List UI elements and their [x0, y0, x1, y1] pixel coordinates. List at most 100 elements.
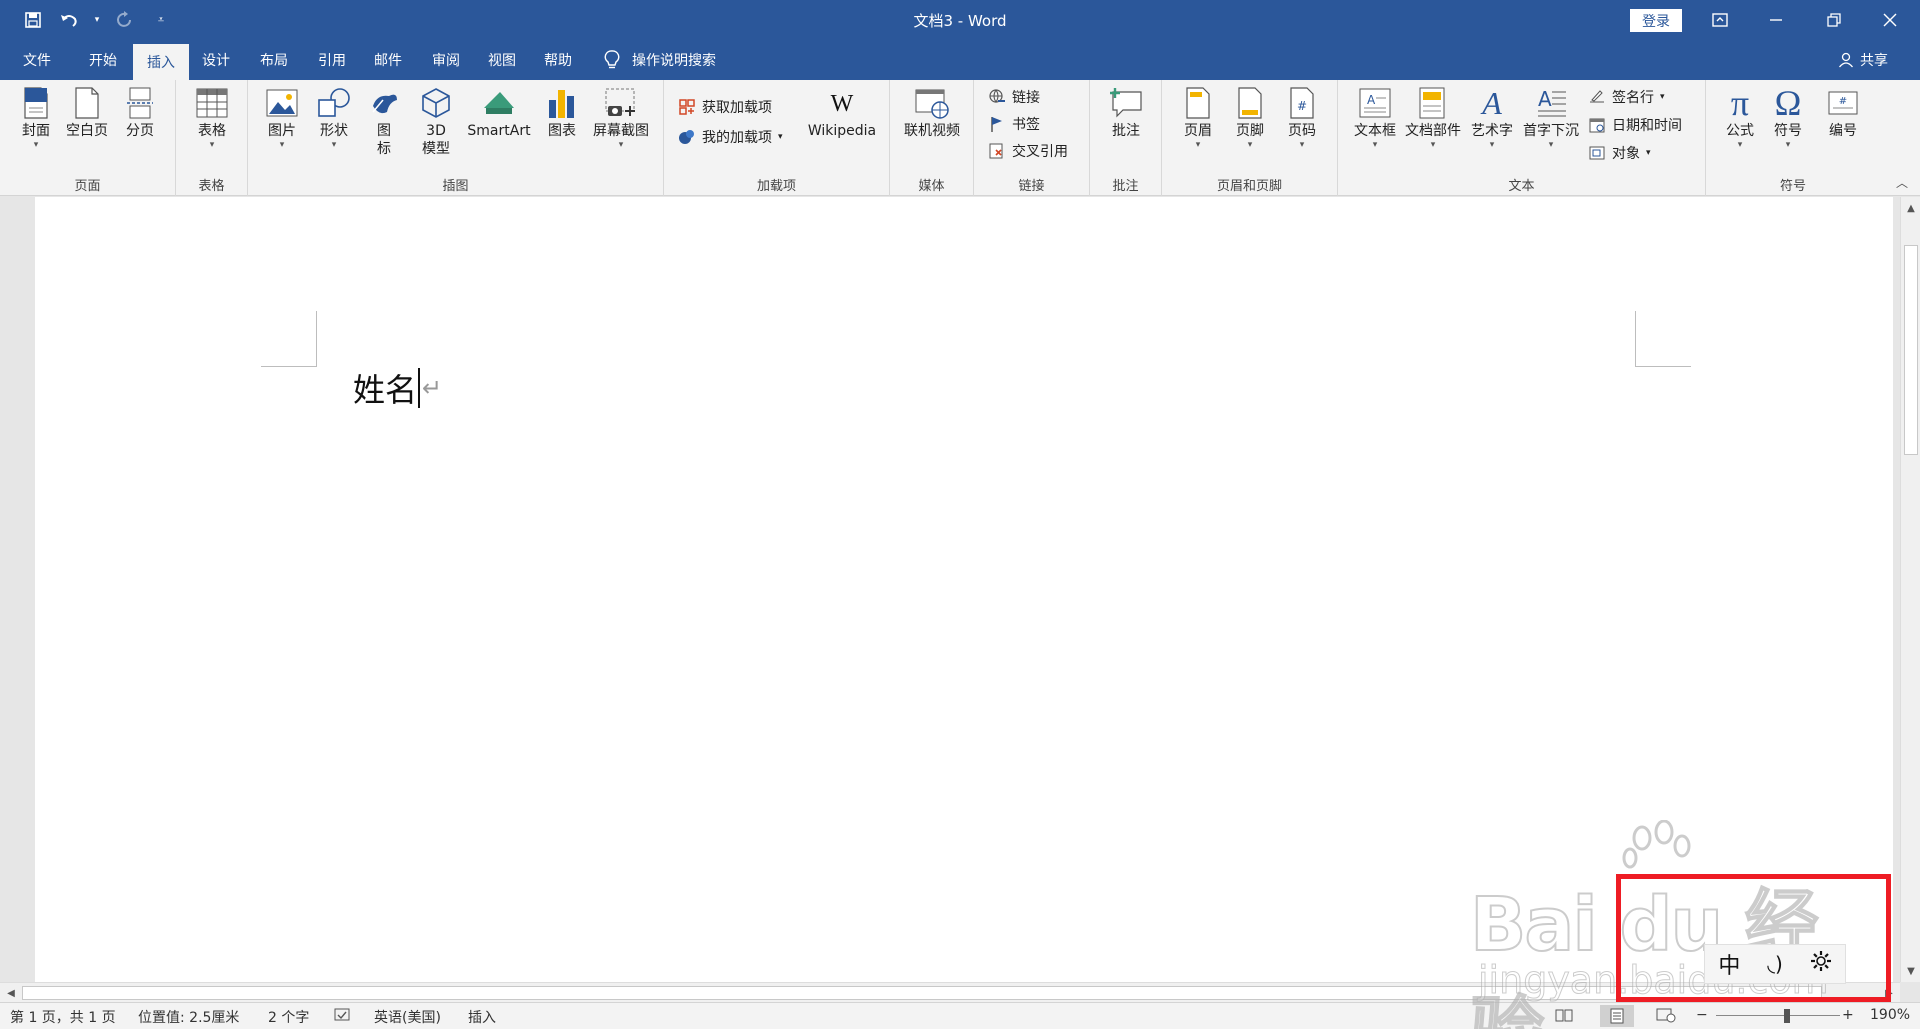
smartart-button[interactable]: SmartArt [464, 86, 534, 140]
link-button[interactable]: 链接 [988, 86, 1040, 108]
table-button[interactable]: 表格 ▾ [188, 86, 236, 150]
quick-parts-button[interactable]: 文档部件 ▾ [1402, 86, 1464, 150]
vertical-scrollbar[interactable]: ▲ ▼ [1900, 197, 1920, 982]
tab-layout[interactable]: 布局 [248, 40, 300, 80]
chevron-down-icon: ▾ [1430, 140, 1436, 150]
bookmark-button[interactable]: 书签 [988, 113, 1040, 135]
ribbon-tabs: 文件 开始 插入 设计 布局 引用 邮件 审阅 视图 帮助 操作说明搜索 共享 [0, 40, 1920, 80]
zoom-slider-thumb[interactable] [1784, 1009, 1790, 1023]
vertical-scroll-thumb[interactable] [1904, 245, 1918, 455]
equation-button[interactable]: π 公式 ▾ [1718, 86, 1762, 150]
document-body-text[interactable]: 姓名 ↵ [353, 365, 442, 411]
blank-page-label: 空白页 [66, 123, 108, 139]
wikipedia-button[interactable]: W Wikipedia [800, 86, 884, 140]
document-page[interactable]: 姓名 ↵ [35, 197, 1893, 982]
chevron-down-icon: ▾ [1660, 92, 1665, 102]
date-time-button[interactable]: 日期和时间 [1588, 114, 1682, 136]
print-layout-icon[interactable] [1600, 1005, 1634, 1027]
status-page[interactable]: 第 1 页，共 1 页 [10, 1007, 116, 1027]
textbox-button[interactable]: A 文本框 ▾ [1350, 86, 1400, 150]
scroll-left-icon[interactable]: ◀ [2, 984, 20, 1002]
status-insert-mode[interactable]: 插入 [468, 1007, 496, 1027]
tell-me-search[interactable]: 操作说明搜索 [604, 40, 716, 80]
group-label: 表格 [198, 179, 225, 194]
group-label: 媒体 [918, 179, 945, 194]
icons-label-2: 标 [377, 141, 391, 157]
ribbon-display-options-icon[interactable] [1692, 0, 1748, 40]
tab-design[interactable]: 设计 [190, 40, 242, 80]
tab-insert[interactable]: 插入 [133, 44, 189, 80]
page-number-button[interactable]: # 页码 ▾ [1280, 86, 1324, 150]
page-break-button[interactable]: 分页 [118, 86, 162, 140]
3d-model-button[interactable]: 3D 模型 [416, 86, 456, 158]
zoom-in-icon[interactable]: + [1842, 1007, 1854, 1023]
chart-button[interactable]: 图表 [542, 86, 582, 140]
my-addins-button[interactable]: 我的加载项 ▾ [678, 126, 783, 148]
tab-review[interactable]: 审阅 [420, 40, 472, 80]
group-label: 页眉和页脚 [1216, 179, 1282, 194]
textbox-icon: A [1359, 88, 1391, 118]
close-icon[interactable] [1862, 0, 1918, 40]
object-label: 对象 [1612, 146, 1640, 162]
footer-label: 页脚 [1236, 123, 1264, 139]
blank-page-button[interactable]: 空白页 [62, 86, 112, 140]
login-button[interactable]: 登录 [1630, 9, 1682, 32]
proofing-icon[interactable] [334, 1007, 354, 1027]
icons-icon [372, 94, 397, 114]
picture-icon [266, 89, 298, 117]
horizontal-scrollbar[interactable]: ◀ ▶ [0, 982, 1900, 1002]
zoom-slider[interactable] [1716, 1015, 1840, 1016]
group-symbols: π 公式 ▾ Ω 符号 ▾ # 编号 符号 [1706, 80, 1880, 196]
icons-button[interactable]: 图 标 [366, 86, 402, 158]
zoom-level[interactable]: 190% [1870, 1007, 1910, 1023]
tab-help[interactable]: 帮助 [532, 40, 584, 80]
tab-file[interactable]: 文件 [8, 40, 66, 80]
tab-view[interactable]: 视图 [476, 40, 528, 80]
footer-button[interactable]: 页脚 ▾ [1228, 86, 1272, 150]
status-word-count[interactable]: 2 个字 [268, 1007, 309, 1027]
minimize-icon[interactable] [1748, 0, 1804, 40]
picture-button[interactable]: 图片 ▾ [262, 86, 302, 150]
my-addins-label: 我的加载项 [702, 130, 772, 146]
page-number-label: 页码 [1288, 123, 1316, 139]
horizontal-scroll-thumb[interactable] [22, 986, 1822, 1000]
svg-text:A: A [1367, 93, 1376, 107]
zoom-out-icon[interactable]: − [1696, 1007, 1708, 1023]
highlight-box [1616, 874, 1891, 1002]
numbering-button[interactable]: # 编号 [1818, 86, 1868, 140]
drop-cap-button[interactable]: A 首字下沉 ▾ [1518, 86, 1584, 150]
header-button[interactable]: 页眉 ▾ [1176, 86, 1220, 150]
new-comment-button[interactable]: 批注 [1104, 86, 1148, 140]
screenshot-label: 屏幕截图 [593, 123, 649, 139]
svg-text:π: π [1731, 86, 1749, 120]
chevron-down-icon: ▾ [618, 140, 624, 150]
cross-reference-icon [989, 143, 1003, 159]
status-position[interactable]: 位置值: 2.5厘米 [138, 1007, 239, 1027]
screenshot-button[interactable]: 屏幕截图 ▾ [588, 86, 654, 150]
tab-mailings[interactable]: 邮件 [362, 40, 414, 80]
chevron-down-icon: ▾ [1737, 140, 1743, 150]
status-language[interactable]: 英语(美国) [374, 1007, 441, 1027]
web-layout-icon[interactable] [1656, 1007, 1676, 1027]
tab-home[interactable]: 开始 [74, 40, 132, 80]
share-button[interactable]: 共享 [1838, 40, 1888, 80]
tab-references[interactable]: 引用 [306, 40, 358, 80]
wordart-button[interactable]: A 艺术字 ▾ [1466, 86, 1518, 150]
read-mode-icon[interactable] [1554, 1007, 1574, 1027]
cover-page-icon [24, 87, 48, 119]
cover-page-button[interactable]: 封面 ▾ [14, 86, 58, 150]
object-button[interactable]: 对象 ▾ [1588, 142, 1651, 164]
restore-icon[interactable] [1806, 0, 1862, 40]
signature-line-button[interactable]: 签名行 ▾ [1588, 86, 1665, 108]
omega-icon: Ω [1775, 86, 1802, 120]
drop-cap-label: 首字下沉 [1523, 123, 1579, 139]
collapse-ribbon-icon[interactable]: ︿ [1896, 174, 1908, 191]
symbol-button[interactable]: Ω 符号 ▾ [1766, 86, 1810, 150]
shapes-button[interactable]: 形状 ▾ [314, 86, 354, 150]
scroll-down-icon[interactable]: ▼ [1902, 962, 1920, 980]
online-video-button[interactable]: 联机视频 [900, 86, 964, 140]
scroll-up-icon[interactable]: ▲ [1902, 199, 1920, 217]
get-addins-button[interactable]: 获取加载项 [678, 96, 772, 118]
cross-reference-button[interactable]: 交叉引用 [988, 140, 1068, 162]
group-tables: 表格 ▾ 表格 [176, 80, 248, 196]
